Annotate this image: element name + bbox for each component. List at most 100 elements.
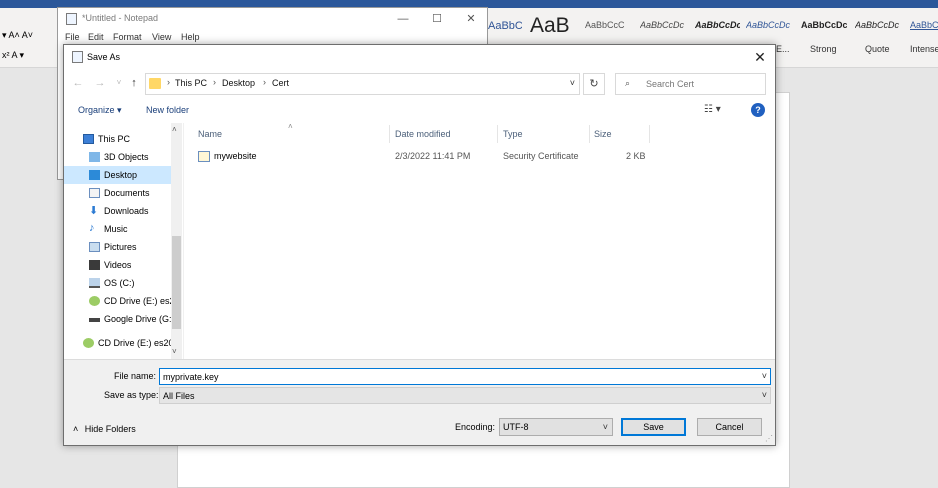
- search-input[interactable]: Search Cert: [646, 79, 694, 89]
- nav-item-documents[interactable]: Documents: [64, 184, 171, 202]
- maximize-icon[interactable]: ☐: [424, 10, 450, 28]
- column-separator[interactable]: [389, 125, 390, 143]
- chevron-down-icon[interactable]: ˅: [762, 371, 767, 381]
- music-icon: ♪: [89, 222, 95, 234]
- column-header-type[interactable]: Type: [503, 129, 523, 139]
- desktop-icon: [89, 170, 100, 180]
- nav-scrollbar[interactable]: ˄ ˅: [171, 123, 182, 359]
- scroll-down-icon[interactable]: ˅: [172, 347, 177, 356]
- file-name-field[interactable]: myprivate.key ˅: [159, 368, 771, 385]
- style-subtle-emphasis[interactable]: AaBbCcDc: [746, 20, 793, 30]
- encoding-select[interactable]: UTF-8 ˅: [499, 418, 613, 436]
- cancel-button[interactable]: Cancel: [697, 418, 762, 436]
- menu-view[interactable]: View: [152, 32, 171, 42]
- new-folder-button[interactable]: New folder: [146, 105, 189, 115]
- folder-icon: [149, 78, 161, 89]
- nav-item-videos[interactable]: Videos: [64, 256, 171, 274]
- menu-edit[interactable]: Edit: [88, 32, 104, 42]
- organize-button[interactable]: Organize ▾: [78, 105, 122, 116]
- style-heading[interactable]: AaBbCcD: [488, 20, 522, 32]
- nav-label: Pictures: [104, 242, 137, 252]
- save-as-type-value: All Files: [163, 391, 195, 401]
- back-arrow-icon[interactable]: ←: [70, 75, 86, 91]
- hide-folders-button[interactable]: ˄ Hide Folders: [73, 424, 136, 434]
- menu-file[interactable]: File: [65, 32, 80, 42]
- nav-item-cd-drive-2[interactable]: CD Drive (E:) es20: [64, 334, 171, 352]
- nav-label: CD Drive (E:) es20: [98, 338, 171, 348]
- nav-item-music[interactable]: ♪ Music: [64, 220, 171, 238]
- file-list: ˄ Name Date modified Type Size mywebsite…: [184, 122, 775, 359]
- nav-item-3d-objects[interactable]: 3D Objects: [64, 148, 171, 166]
- breadcrumb-desktop[interactable]: Desktop: [222, 78, 255, 88]
- nav-item-pictures[interactable]: Pictures: [64, 238, 171, 256]
- address-bar[interactable]: › This PC › Desktop › Cert ˅: [145, 73, 580, 95]
- style-name-intense: Intense: [910, 44, 938, 54]
- font-grow-icon[interactable]: ▾ A˄ A˅: [2, 30, 33, 41]
- column-header-date[interactable]: Date modified: [395, 129, 451, 139]
- drive-icon: [89, 278, 100, 288]
- close-icon[interactable]: ✕: [749, 47, 771, 67]
- encoding-label: Encoding:: [455, 422, 496, 432]
- nav-item-google-drive[interactable]: Google Drive (G:: [64, 310, 171, 328]
- style-intense-emphasis[interactable]: AaBbCcDc: [695, 20, 740, 30]
- style-subtitle[interactable]: AaBbCcC: [585, 20, 625, 30]
- style-title[interactable]: AaB: [530, 14, 570, 38]
- column-header-name[interactable]: Name: [198, 129, 222, 139]
- chevron-down-icon[interactable]: ˅: [762, 390, 767, 400]
- notepad-title: *Untitled - Notepad: [82, 13, 159, 23]
- notepad-title-bar: *Untitled - Notepad — ☐ ✕: [58, 8, 487, 30]
- view-options-icon[interactable]: ☷ ▾: [704, 104, 721, 115]
- notepad-menu-bar: File Edit Format View Help: [58, 30, 487, 44]
- chevron-right-icon[interactable]: ›: [167, 77, 170, 87]
- help-icon[interactable]: ?: [751, 103, 765, 117]
- chevron-down-icon[interactable]: ˅: [603, 422, 608, 432]
- style-emphasis[interactable]: AaBbCcDc: [640, 20, 685, 30]
- file-name-input[interactable]: myprivate.key: [163, 372, 219, 382]
- close-icon[interactable]: ✕: [458, 10, 484, 28]
- forward-arrow-icon[interactable]: →: [92, 75, 108, 91]
- scrollbar-thumb[interactable]: [172, 236, 181, 329]
- nav-item-os-c[interactable]: OS (C:): [64, 274, 171, 292]
- save-as-type-select[interactable]: All Files ˅: [159, 387, 771, 404]
- video-icon: [89, 260, 100, 270]
- superscript-icon[interactable]: x² A ▾: [2, 50, 24, 61]
- chevron-right-icon[interactable]: ›: [263, 77, 266, 87]
- save-button[interactable]: Save: [621, 418, 686, 436]
- nav-item-cd-drive[interactable]: CD Drive (E:) es2: [64, 292, 171, 310]
- search-box[interactable]: ⌕ Search Cert: [615, 73, 766, 95]
- chevron-right-icon[interactable]: ›: [213, 77, 216, 87]
- nav-item-downloads[interactable]: ⬇ Downloads: [64, 202, 171, 220]
- style-strong[interactable]: AaBbCcDc: [801, 20, 847, 30]
- file-name: mywebsite: [214, 151, 257, 161]
- refresh-icon[interactable]: ↻: [583, 73, 605, 95]
- column-separator[interactable]: [497, 125, 498, 143]
- minimize-icon[interactable]: —: [390, 10, 416, 28]
- style-quote[interactable]: AaBbCcDc: [855, 20, 901, 30]
- nav-item-this-pc[interactable]: This PC: [64, 130, 171, 148]
- dialog-title: Save As: [87, 52, 121, 62]
- scroll-up-icon[interactable]: ˄: [172, 125, 177, 134]
- column-separator[interactable]: [649, 125, 650, 143]
- chevron-up-icon: ˄: [73, 424, 79, 434]
- save-as-dialog: Save As ✕ ← → ˅ ↑ › This PC › Desktop › …: [63, 44, 776, 446]
- file-size: 2 KB: [626, 151, 646, 161]
- up-arrow-icon[interactable]: ↑: [126, 75, 142, 91]
- breadcrumb-cert[interactable]: Cert: [272, 78, 289, 88]
- resize-grip-icon[interactable]: ⋰: [765, 434, 773, 443]
- sort-caret-icon: ˄: [288, 122, 293, 131]
- chevron-down-icon[interactable]: ˅: [570, 78, 575, 88]
- column-separator[interactable]: [589, 125, 590, 143]
- breadcrumb-this-pc[interactable]: This PC: [175, 78, 207, 88]
- column-header-size[interactable]: Size: [594, 129, 612, 139]
- recent-chevron-icon[interactable]: ˅: [111, 75, 127, 91]
- menu-help[interactable]: Help: [181, 32, 200, 42]
- nav-label: 3D Objects: [104, 152, 149, 162]
- file-row[interactable]: mywebsite 2/3/2022 11:41 PM Security Cer…: [194, 147, 664, 165]
- menu-format[interactable]: Format: [113, 32, 142, 42]
- style-intense[interactable]: AaBbC: [910, 20, 938, 30]
- drive-icon: [89, 318, 100, 322]
- navigation-bar: ← → ˅ ↑ › This PC › Desktop › Cert ˅ ↻ ⌕…: [64, 69, 775, 99]
- dialog-title-bar: Save As ✕: [64, 45, 775, 69]
- nav-item-desktop[interactable]: Desktop: [64, 166, 171, 184]
- encoding-value: UTF-8: [503, 422, 529, 432]
